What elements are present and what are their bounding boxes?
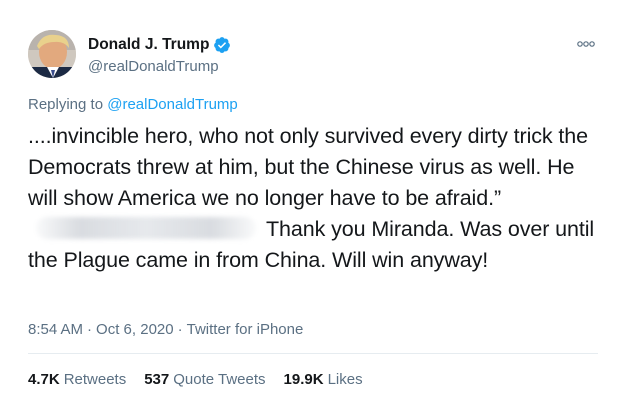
quote-tweets-stat[interactable]: 537 Quote Tweets (144, 371, 265, 388)
divider (28, 353, 598, 354)
replying-to: Replying to @realDonaldTrump (28, 96, 238, 113)
likes-stat[interactable]: 19.9K Likes (284, 371, 363, 388)
retweets-count: 4.7K (28, 371, 60, 388)
author-info: Donald J. Trump @realDonaldTrump (88, 35, 231, 75)
tweet-time[interactable]: 8:54 AM (28, 321, 83, 338)
tweet-text: ....invincible hero, who not only surviv… (28, 121, 598, 276)
meta-separator: · (177, 321, 183, 338)
blurred-redaction (36, 217, 256, 239)
tweet-text-part1: ....invincible hero, who not only surviv… (28, 124, 589, 210)
tweet-card: Donald J. Trump @realDonaldTrump Replyin… (0, 0, 617, 413)
tweet-date[interactable]: Oct 6, 2020 (96, 321, 174, 338)
tweet-stats: 4.7K Retweets 537 Quote Tweets 19.9K Likes (28, 371, 381, 388)
retweets-stat[interactable]: 4.7K Retweets (28, 371, 126, 388)
verified-badge-icon (213, 36, 231, 54)
author-handle[interactable]: @realDonaldTrump (88, 58, 231, 75)
retweets-label: Retweets (63, 371, 127, 388)
tweet-header: Donald J. Trump @realDonaldTrump (28, 30, 598, 86)
replying-handle-link[interactable]: @realDonaldTrump (107, 96, 238, 113)
likes-count: 19.9K (283, 371, 324, 388)
quote-tweets-label: Quote Tweets (173, 371, 266, 388)
avatar[interactable] (28, 30, 76, 78)
likes-label: Likes (327, 371, 363, 388)
avatar-image (28, 30, 76, 78)
display-name[interactable]: Donald J. Trump (88, 36, 209, 54)
quote-tweets-count: 537 (144, 371, 170, 388)
display-name-row: Donald J. Trump (88, 35, 231, 55)
tweet-source[interactable]: Twitter for iPhone (187, 321, 304, 338)
replying-prefix: Replying to (28, 96, 104, 113)
more-options-icon[interactable] (574, 36, 598, 52)
meta-separator: · (87, 321, 93, 338)
tweet-metadata: 8:54 AM · Oct 6, 2020 · Twitter for iPhone (28, 321, 303, 338)
